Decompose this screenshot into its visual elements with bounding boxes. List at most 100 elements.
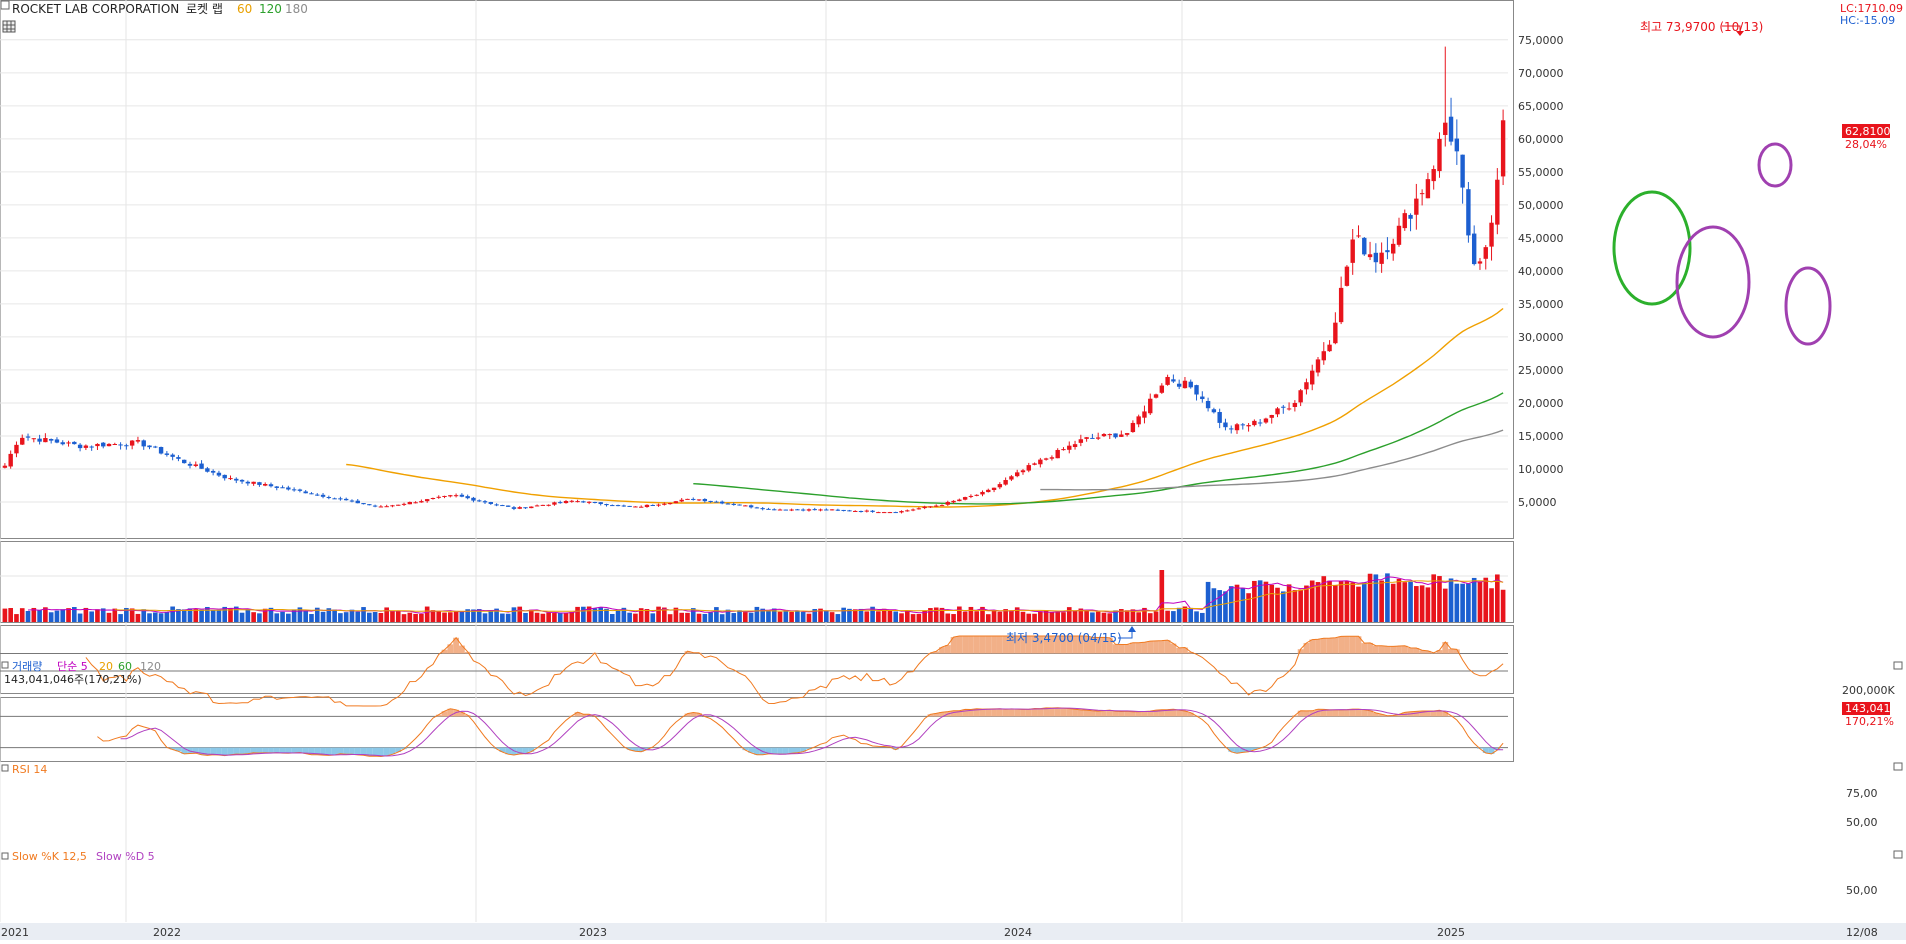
- candle-body: [806, 509, 812, 511]
- candle-body: [361, 503, 366, 505]
- volume-bar: [280, 611, 285, 622]
- candle-body: [1286, 408, 1292, 410]
- volume-bar: [106, 612, 112, 622]
- candle-body: [783, 509, 789, 511]
- volume-bar: [1101, 612, 1107, 622]
- volume-panel-icon[interactable]: [1, 661, 9, 669]
- volume-bar: [1090, 612, 1095, 622]
- rsi-tick-75: 75,00: [1846, 787, 1878, 800]
- volume-bar: [1437, 576, 1442, 622]
- price-y-tick: 10,0000: [1518, 463, 1564, 476]
- volume-bar: [696, 613, 702, 622]
- candle-body: [1402, 213, 1407, 229]
- volume-bar: [1095, 611, 1101, 622]
- price-y-tick: 45,0000: [1518, 232, 1564, 245]
- volume-bar: [899, 613, 904, 622]
- rsi-tick-50: 50,00: [1846, 816, 1878, 829]
- volume-bar: [210, 609, 216, 622]
- menu-icon[interactable]: [0, 0, 10, 10]
- volume-bar: [627, 612, 632, 622]
- candle-body: [1078, 439, 1084, 443]
- volume-collapse-icon[interactable]: [1893, 661, 1903, 670]
- volume-bar: [372, 612, 378, 622]
- candle-body: [511, 507, 517, 509]
- candle-body: [592, 501, 598, 503]
- candle-body: [505, 505, 511, 507]
- volume-bar: [800, 611, 806, 622]
- ma180-legend: 180: [285, 2, 308, 16]
- stock-chart[interactable]: ROCKET LAB CORPORATION 로켓 랩 60 120 180 L…: [0, 0, 1906, 940]
- x-axis: 2021 2022 2023 2024 2025 12/08: [0, 923, 1906, 940]
- candle-body: [390, 505, 395, 507]
- volume-bar: [552, 613, 557, 622]
- volume-bar: [795, 610, 800, 622]
- candle-body: [1437, 138, 1442, 172]
- volume-bar: [823, 610, 829, 622]
- candle-body: [708, 500, 713, 502]
- grid-toggle-icon[interactable]: [2, 20, 16, 33]
- volume-bar: [332, 609, 337, 622]
- volume-bar: [1009, 610, 1014, 622]
- candle-body: [332, 498, 337, 500]
- candle-body: [482, 501, 488, 503]
- candle-body: [20, 437, 25, 445]
- volume-bar: [1292, 590, 1298, 622]
- volume-bar: [1442, 588, 1448, 622]
- volume-bar: [1280, 591, 1286, 622]
- candle-body: [83, 445, 89, 448]
- chart-svg[interactable]: ROCKET LAB CORPORATION 로켓 랩 60 120 180 L…: [0, 0, 1906, 940]
- volume-bar: [910, 614, 916, 622]
- ma60-legend: 60: [237, 2, 252, 16]
- stoch-panel-icon[interactable]: [1, 852, 9, 860]
- candle-body: [1032, 463, 1037, 465]
- candle-body: [586, 501, 592, 503]
- candle-body: [1229, 428, 1234, 430]
- volume-bar: [488, 611, 494, 622]
- candle-body: [135, 440, 141, 442]
- volume-bar: [951, 614, 956, 622]
- candle-body: [598, 502, 603, 505]
- volume-bar: [164, 612, 170, 622]
- candle-body: [1350, 239, 1355, 263]
- candle-body: [731, 503, 736, 505]
- candle-body: [338, 498, 343, 500]
- price-y-tick: 40,0000: [1518, 265, 1564, 278]
- candle-body: [216, 472, 222, 476]
- volume-bar: [1026, 613, 1032, 622]
- stoch-collapse-icon[interactable]: [1893, 850, 1903, 859]
- candle-body: [1304, 382, 1309, 390]
- candle-body: [1281, 406, 1286, 408]
- candle-body: [1194, 385, 1199, 395]
- candle-body: [1171, 379, 1176, 382]
- candle-body: [1176, 383, 1182, 387]
- volume-bar: [731, 613, 737, 622]
- volume-bar: [581, 606, 586, 622]
- candle-body: [14, 444, 19, 454]
- candle-body: [1396, 225, 1402, 245]
- candle-body: [419, 501, 424, 503]
- stoch-d-title: Slow %D 5: [96, 850, 155, 863]
- candle-body: [43, 438, 48, 443]
- candle-body: [326, 497, 332, 499]
- volume-bar: [89, 611, 94, 622]
- volume-bar: [685, 612, 690, 622]
- candle-body: [54, 439, 60, 443]
- stoch-k-title: Slow %K 12,5: [12, 850, 87, 863]
- candle-body: [297, 489, 303, 491]
- volume-bar: [789, 611, 794, 622]
- candle-body: [129, 440, 135, 446]
- candle-body: [529, 506, 534, 509]
- rsi-collapse-icon[interactable]: [1893, 762, 1903, 771]
- volume-bar: [1240, 587, 1246, 622]
- rsi-panel-icon[interactable]: [1, 764, 9, 772]
- volume-bar: [257, 613, 262, 622]
- candle-body: [1049, 457, 1055, 459]
- candle-body: [1234, 424, 1240, 431]
- candle-body: [1043, 458, 1049, 460]
- volume-bar: [841, 607, 846, 622]
- candle-body: [442, 495, 447, 497]
- candle-body: [106, 443, 112, 447]
- candle-body: [343, 498, 349, 501]
- candle-body: [575, 501, 580, 503]
- candle-body: [939, 505, 945, 507]
